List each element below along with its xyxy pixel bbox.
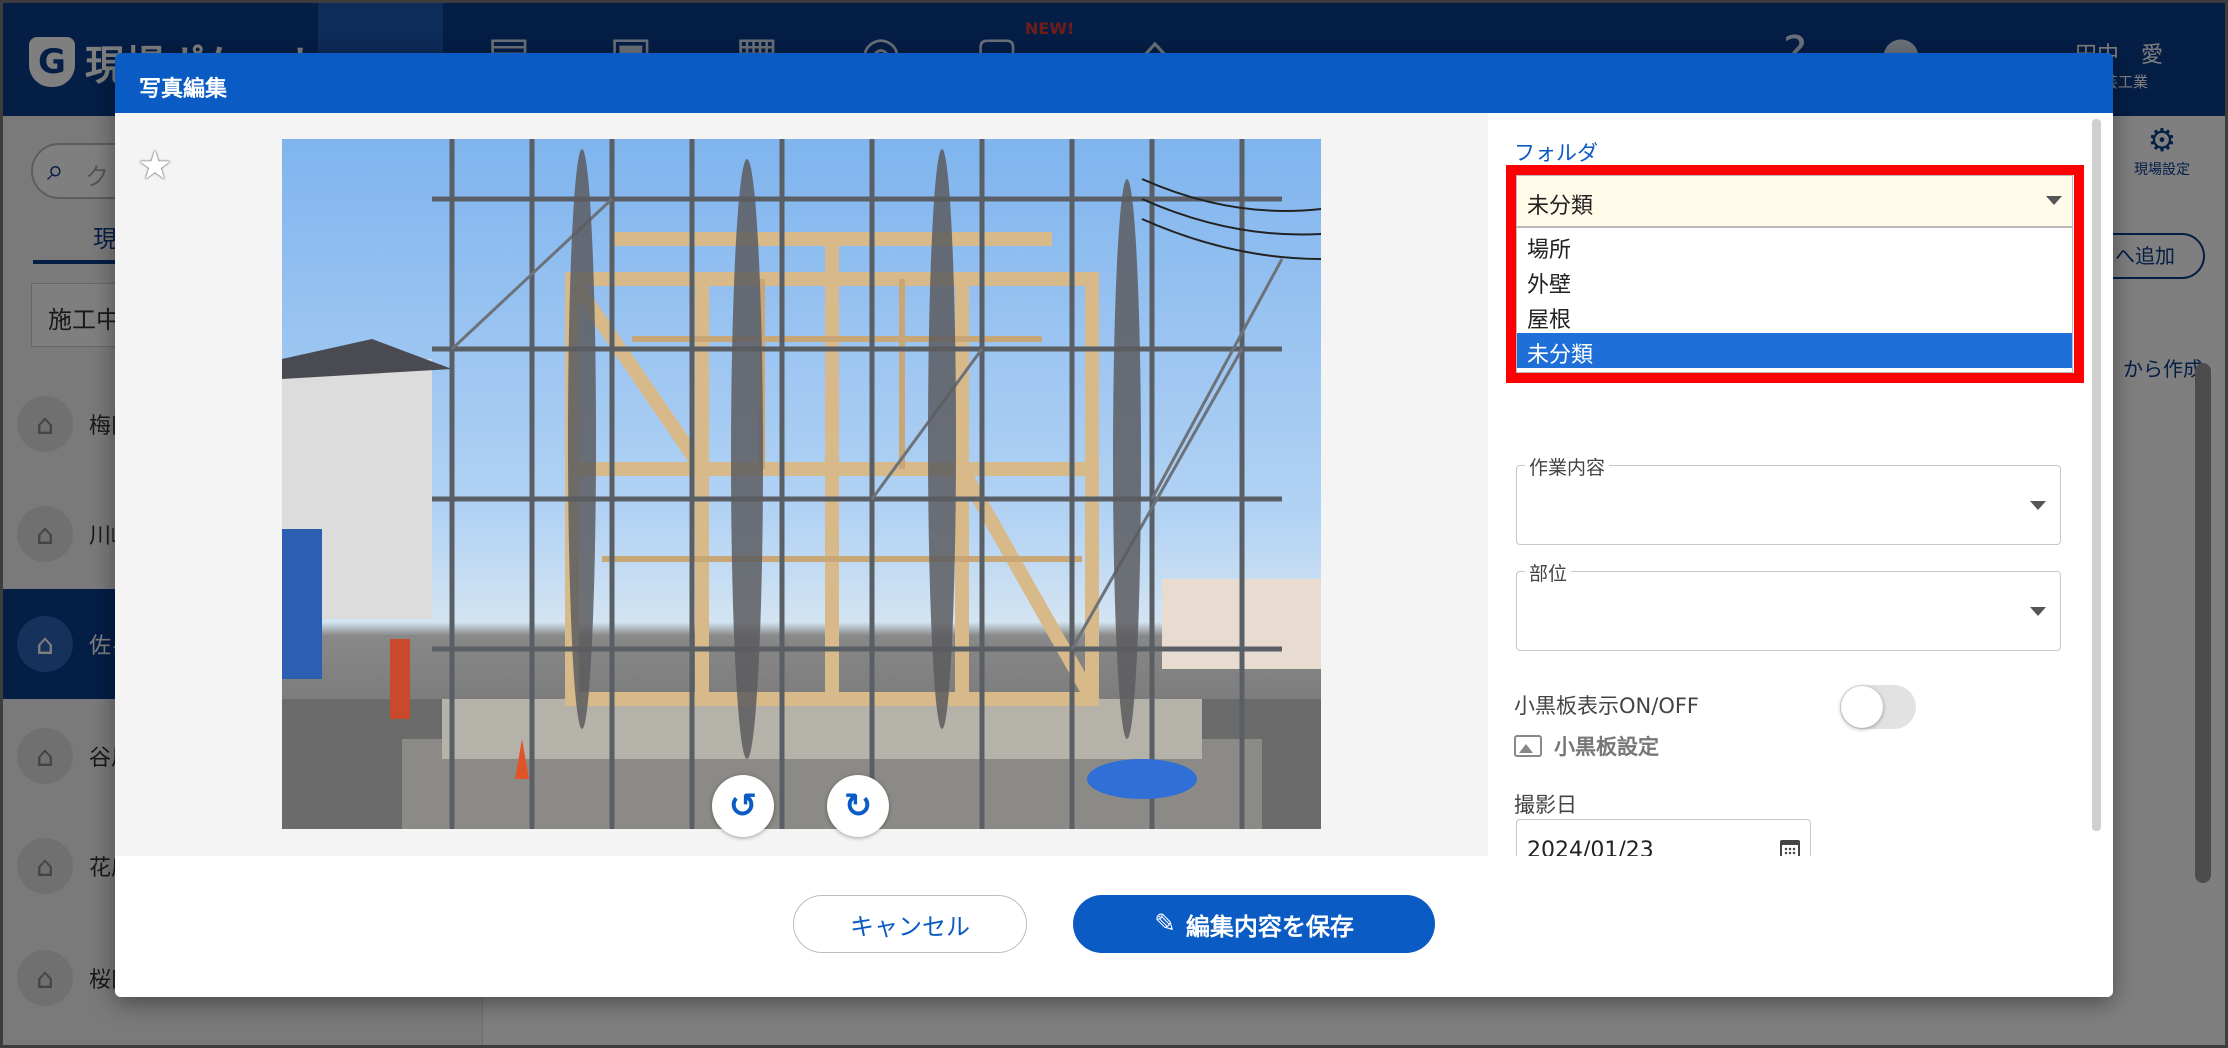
save-button-label: 編集内容を保存 (1185, 912, 1354, 941)
photo-edit-dialog: 写真編集 ★ ↺ ↻ フォルダ 未分類 場所 外壁 屋根 未分類 作業内容 部位… (115, 53, 2113, 997)
rotate-right-button[interactable]: ↻ (827, 775, 889, 837)
construction-photo-illustration (282, 139, 1321, 829)
chevron-down-icon (2030, 501, 2046, 510)
pencil-icon: ✎ (1154, 909, 1176, 939)
blackboard-toggle-label: 小黒板表示ON/OFF (1514, 694, 1700, 718)
part-label: 部位 (1525, 559, 1572, 586)
photo-metadata-form: フォルダ 未分類 場所 外壁 屋根 未分類 作業内容 部位 小黒板表示ON/OF… (1488, 113, 2113, 881)
rotate-left-icon: ↺ (728, 786, 758, 826)
chevron-down-icon (2030, 607, 2046, 616)
photo-preview-area: ★ ↺ ↻ (115, 113, 1488, 856)
part-select[interactable]: 部位 (1516, 559, 2061, 651)
highlight-annotation-box (1506, 165, 2084, 383)
construction-photo (282, 139, 1321, 829)
blackboard-settings-link[interactable]: 小黒板設定 (1514, 731, 1659, 761)
dialog-body: ★ ↺ ↻ フォルダ 未分類 場所 外壁 屋根 未分類 作業内容 部位 小黒板表… (115, 113, 2113, 881)
blackboard-toggle[interactable] (1840, 685, 1916, 729)
image-icon (1514, 735, 1542, 757)
dialog-footer: キャンセル ✎ 編集内容を保存 (115, 856, 2113, 997)
rotate-right-icon: ↻ (843, 786, 873, 826)
cancel-button[interactable]: キャンセル (793, 895, 1027, 953)
work-content-select[interactable]: 作業内容 (1516, 453, 2061, 545)
folder-label: フォルダ (1514, 141, 1598, 165)
toggle-knob (1841, 686, 1883, 728)
form-scrollbar[interactable] (2092, 119, 2101, 831)
favorite-star-icon[interactable]: ★ (137, 143, 173, 189)
rotate-left-button[interactable]: ↺ (712, 775, 774, 837)
dialog-title: 写真編集 (115, 53, 2113, 113)
save-button[interactable]: ✎ 編集内容を保存 (1073, 895, 1435, 953)
work-content-label: 作業内容 (1525, 453, 1610, 480)
shoot-date-label: 撮影日 (1514, 793, 1577, 817)
blackboard-settings-label: 小黒板設定 (1554, 735, 1659, 759)
